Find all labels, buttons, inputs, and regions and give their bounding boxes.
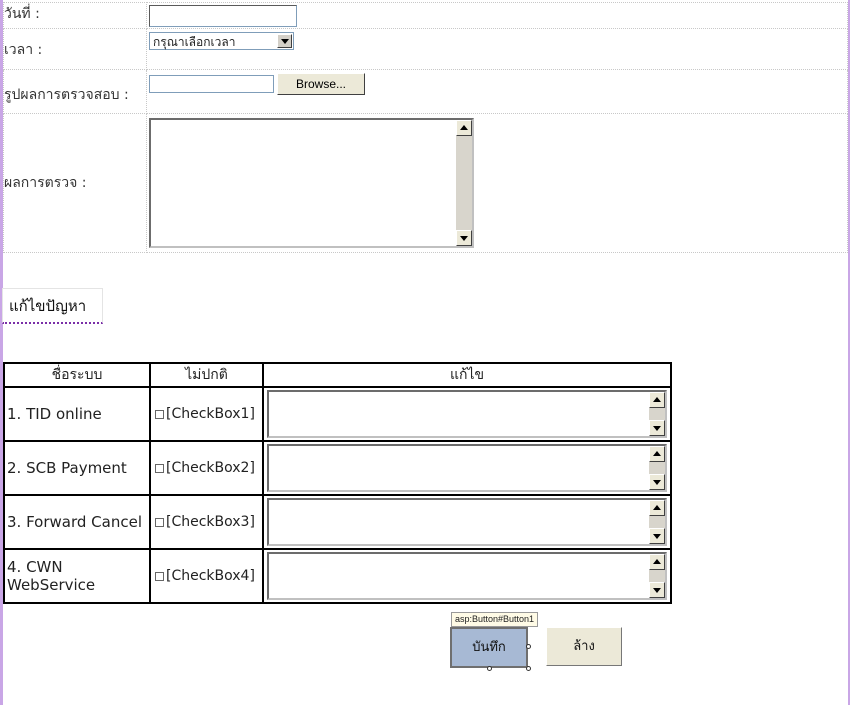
date-input[interactable] <box>149 5 297 27</box>
column-header-fix: แก้ไข <box>262 362 672 388</box>
systems-table: ชื่อระบบ ไม่ปกติ แก้ไข 1. TID online [Ch… <box>3 362 672 604</box>
time-select-value: กรุณาเลือกเวลา <box>153 35 236 49</box>
checkbox[interactable] <box>155 517 164 527</box>
checkbox[interactable] <box>155 463 164 473</box>
column-header-system: ชื่อระบบ <box>3 362 151 388</box>
fix-textarea[interactable] <box>267 498 667 546</box>
scroll-down-icon[interactable] <box>649 420 665 436</box>
vertical-scrollbar[interactable] <box>649 500 665 544</box>
system-name: 4. CWN WebService <box>3 548 151 604</box>
fix-textarea[interactable] <box>267 552 667 600</box>
vertical-scrollbar[interactable] <box>649 392 665 436</box>
scroll-up-icon[interactable] <box>649 446 665 462</box>
fix-textarea[interactable] <box>267 390 667 438</box>
image-result-label: รูปผลการตรวจสอบ : <box>3 69 147 114</box>
scroll-up-icon[interactable] <box>649 392 665 408</box>
scroll-up-icon[interactable] <box>649 554 665 570</box>
resize-handle-bottom[interactable] <box>487 666 492 671</box>
scroll-up-icon[interactable] <box>649 500 665 516</box>
result-label: ผลการตรวจ : <box>3 113 147 253</box>
time-select[interactable]: กรุณาเลือกเวลา <box>149 32 294 50</box>
fix-textarea[interactable] <box>267 444 667 492</box>
table-row: 4. CWN WebService [CheckBox4] <box>3 548 672 604</box>
dropdown-arrow-icon[interactable] <box>277 34 292 48</box>
input-form-table: วันที่ : เวลา : กรุณาเลือกเวลา รูปผลการต… <box>3 2 848 253</box>
checkbox-label: [CheckBox2] <box>166 460 255 476</box>
resize-handle-right[interactable] <box>526 644 531 649</box>
scroll-down-icon[interactable] <box>649 474 665 490</box>
vertical-scrollbar[interactable] <box>649 446 665 490</box>
vertical-scrollbar[interactable] <box>649 554 665 598</box>
scroll-down-icon[interactable] <box>649 528 665 544</box>
clear-button[interactable]: ล้าง <box>546 627 622 666</box>
checkbox-label: [CheckBox4] <box>166 568 255 584</box>
table-row: 3. Forward Cancel [CheckBox3] <box>3 494 672 550</box>
vertical-scrollbar[interactable] <box>456 120 472 246</box>
table-header-row: ชื่อระบบ ไม่ปกติ แก้ไข <box>3 362 672 388</box>
column-header-abnormal: ไม่ปกติ <box>149 362 264 388</box>
system-name: 2. SCB Payment <box>3 440 151 496</box>
scroll-down-icon[interactable] <box>649 582 665 598</box>
file-upload: Browse... <box>149 73 847 95</box>
system-name: 1. TID online <box>3 386 151 442</box>
resize-handle-corner[interactable] <box>526 666 531 671</box>
table-row: 2. SCB Payment [CheckBox2] <box>3 440 672 496</box>
system-name: 3. Forward Cancel <box>3 494 151 550</box>
designer-control-tag: asp:Button#Button1 <box>451 612 539 627</box>
date-label: วันที่ : <box>3 2 147 29</box>
section-title[interactable]: แก้ไขปัญหา <box>2 288 103 324</box>
scroll-up-icon[interactable] <box>456 120 472 136</box>
checkbox[interactable] <box>155 409 164 419</box>
table-row: 1. TID online [CheckBox1] <box>3 386 672 442</box>
time-label: เวลา : <box>3 28 147 70</box>
save-button[interactable]: บันทึก <box>450 627 528 668</box>
result-textarea[interactable] <box>149 118 474 248</box>
checkbox[interactable] <box>155 571 164 581</box>
browse-button[interactable]: Browse... <box>277 73 365 95</box>
scroll-down-icon[interactable] <box>456 230 472 246</box>
file-path-input[interactable] <box>149 75 274 93</box>
checkbox-label: [CheckBox3] <box>166 514 255 530</box>
checkbox-label: [CheckBox1] <box>166 406 255 422</box>
